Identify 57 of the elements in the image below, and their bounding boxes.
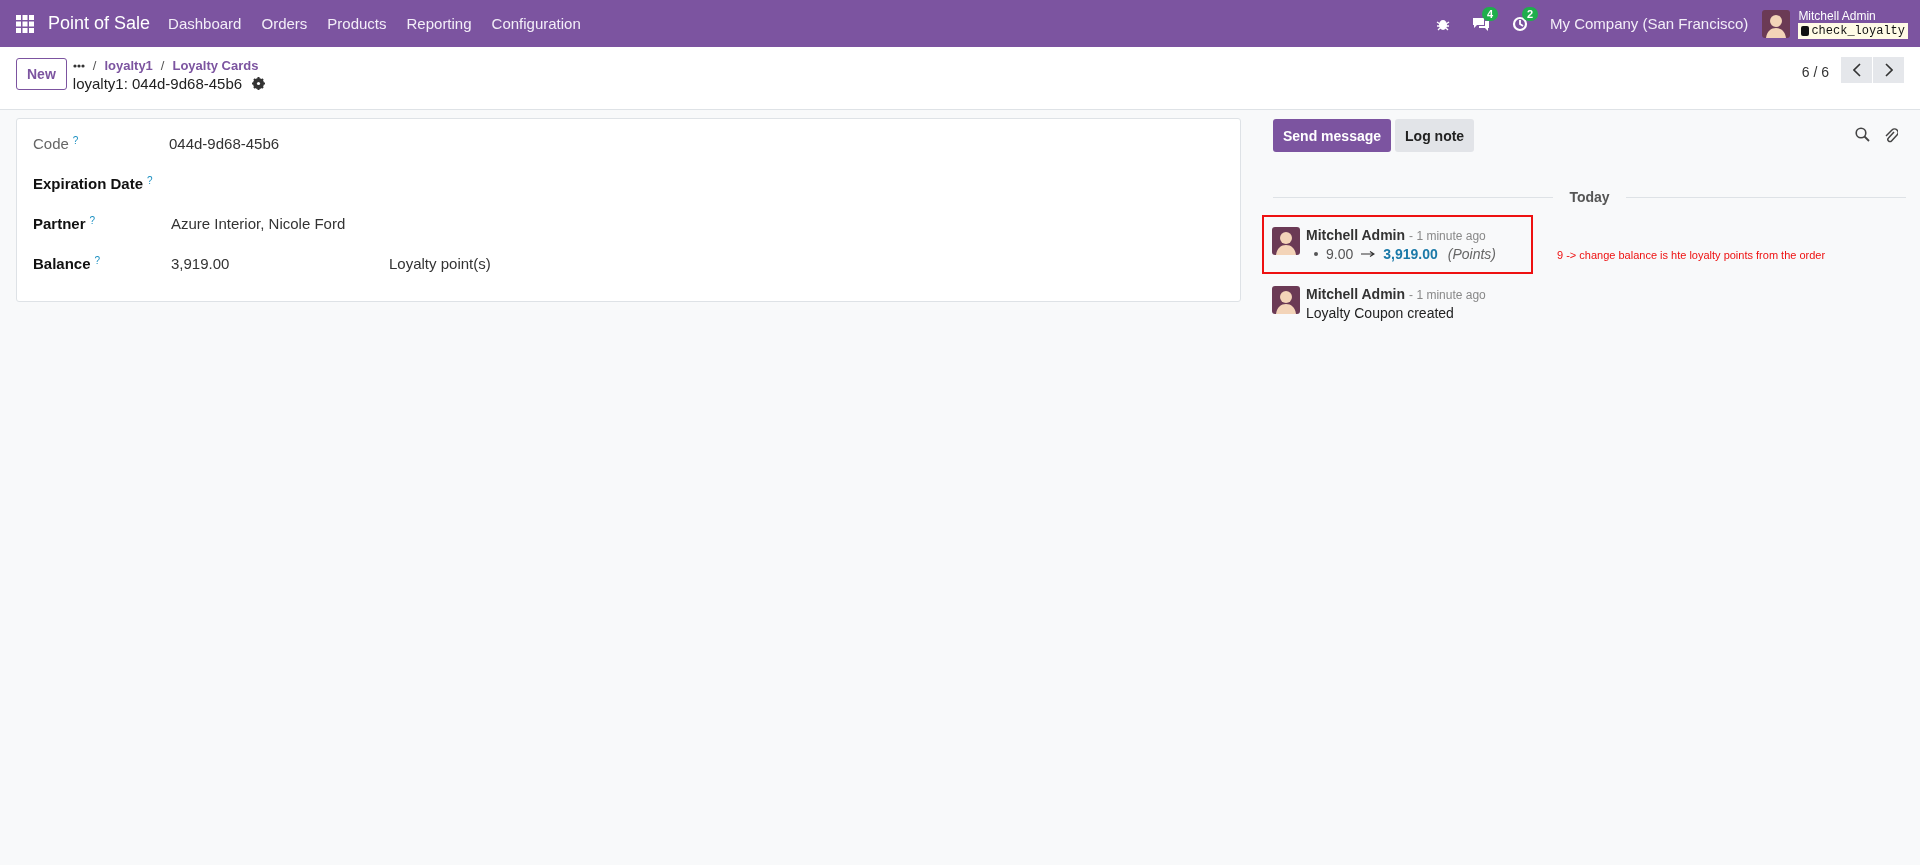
help-tooltip-mark[interactable]: ? bbox=[94, 255, 101, 266]
message-time: - 1 minute ago bbox=[1409, 229, 1486, 243]
search-icon[interactable] bbox=[1855, 127, 1870, 142]
field-label: Code bbox=[33, 135, 69, 152]
pager-value[interactable]: 6 / 6 bbox=[1801, 64, 1829, 80]
field-value[interactable]: 3,919.00 bbox=[167, 255, 387, 272]
database-name: check_loyalty bbox=[1798, 22, 1908, 39]
field-label: Partner bbox=[33, 215, 86, 232]
user-avatar bbox=[1272, 227, 1300, 255]
menu-item[interactable]: Dashboard bbox=[168, 15, 242, 32]
new-button[interactable]: New bbox=[16, 58, 67, 90]
app-title[interactable]: Point of Sale bbox=[48, 13, 151, 34]
message-author[interactable]: Mitchell Admin bbox=[1306, 227, 1406, 243]
message-time: - 1 minute ago bbox=[1409, 288, 1486, 302]
chevron-right-icon bbox=[1884, 63, 1893, 77]
breadcrumb-link[interactable]: Loyalty Cards bbox=[172, 58, 259, 73]
breadcrumb-link[interactable]: loyalty1 bbox=[104, 58, 153, 73]
clock-icon[interactable] bbox=[1511, 15, 1528, 32]
message-count-badge: 4 bbox=[1481, 6, 1499, 21]
help-tooltip-mark[interactable]: ? bbox=[147, 175, 153, 186]
field-label: Balance bbox=[33, 255, 91, 272]
chatter-button[interactable]: Send message bbox=[1273, 119, 1392, 152]
date-separator: Today bbox=[1569, 189, 1610, 205]
app-menu-grid-icon[interactable] bbox=[16, 14, 34, 33]
record-title: loyalty1: 044d-9d68-45b6 bbox=[72, 75, 243, 92]
bullet-icon bbox=[1314, 252, 1318, 256]
breadcrumb-separator: / bbox=[160, 58, 165, 73]
more-icon[interactable] bbox=[72, 62, 85, 69]
menu-item[interactable]: Products bbox=[327, 15, 387, 32]
help-tooltip-mark[interactable]: ? bbox=[89, 215, 96, 226]
previous-button[interactable] bbox=[1841, 57, 1872, 83]
user-avatar bbox=[1762, 9, 1791, 38]
breadcrumb-separator: / bbox=[92, 58, 97, 73]
old-value: 9.00 bbox=[1326, 246, 1354, 262]
activity-count-badge: 2 bbox=[1521, 6, 1539, 21]
user-name[interactable]: Mitchell Admin bbox=[1798, 8, 1908, 23]
user-avatar bbox=[1272, 286, 1300, 314]
chevron-left-icon bbox=[1852, 63, 1861, 77]
message-body: Loyalty Coupon created bbox=[1306, 305, 1455, 321]
field-label: Expiration Date bbox=[33, 175, 144, 192]
field-value[interactable]: Azure Interior, Nicole Ford bbox=[167, 215, 387, 232]
new-value: 3,919.00 bbox=[1383, 246, 1438, 262]
company-name[interactable]: My Company (San Francisco) bbox=[1549, 15, 1749, 32]
field-value: 044d-9d68-45b6 bbox=[168, 135, 281, 152]
menu-item[interactable]: Reporting bbox=[406, 15, 472, 32]
menu-item[interactable]: Configuration bbox=[491, 15, 581, 32]
chatter-button[interactable]: Log note bbox=[1395, 119, 1475, 152]
message-author[interactable]: Mitchell Admin bbox=[1306, 286, 1406, 302]
annotation-note: 9 -> change balance is hte loyalty points from the order bbox=[1557, 249, 1826, 261]
menu-item[interactable]: Orders bbox=[261, 15, 308, 32]
next-button[interactable] bbox=[1873, 57, 1904, 83]
gear-icon[interactable] bbox=[252, 77, 266, 90]
unit-label: Loyalty point(s) bbox=[388, 255, 492, 272]
arrow-icon bbox=[1361, 251, 1376, 257]
tracked-field-name: (Points) bbox=[1447, 246, 1496, 262]
paperclip-icon[interactable] bbox=[1884, 127, 1898, 144]
help-tooltip-mark[interactable]: ? bbox=[72, 135, 79, 146]
